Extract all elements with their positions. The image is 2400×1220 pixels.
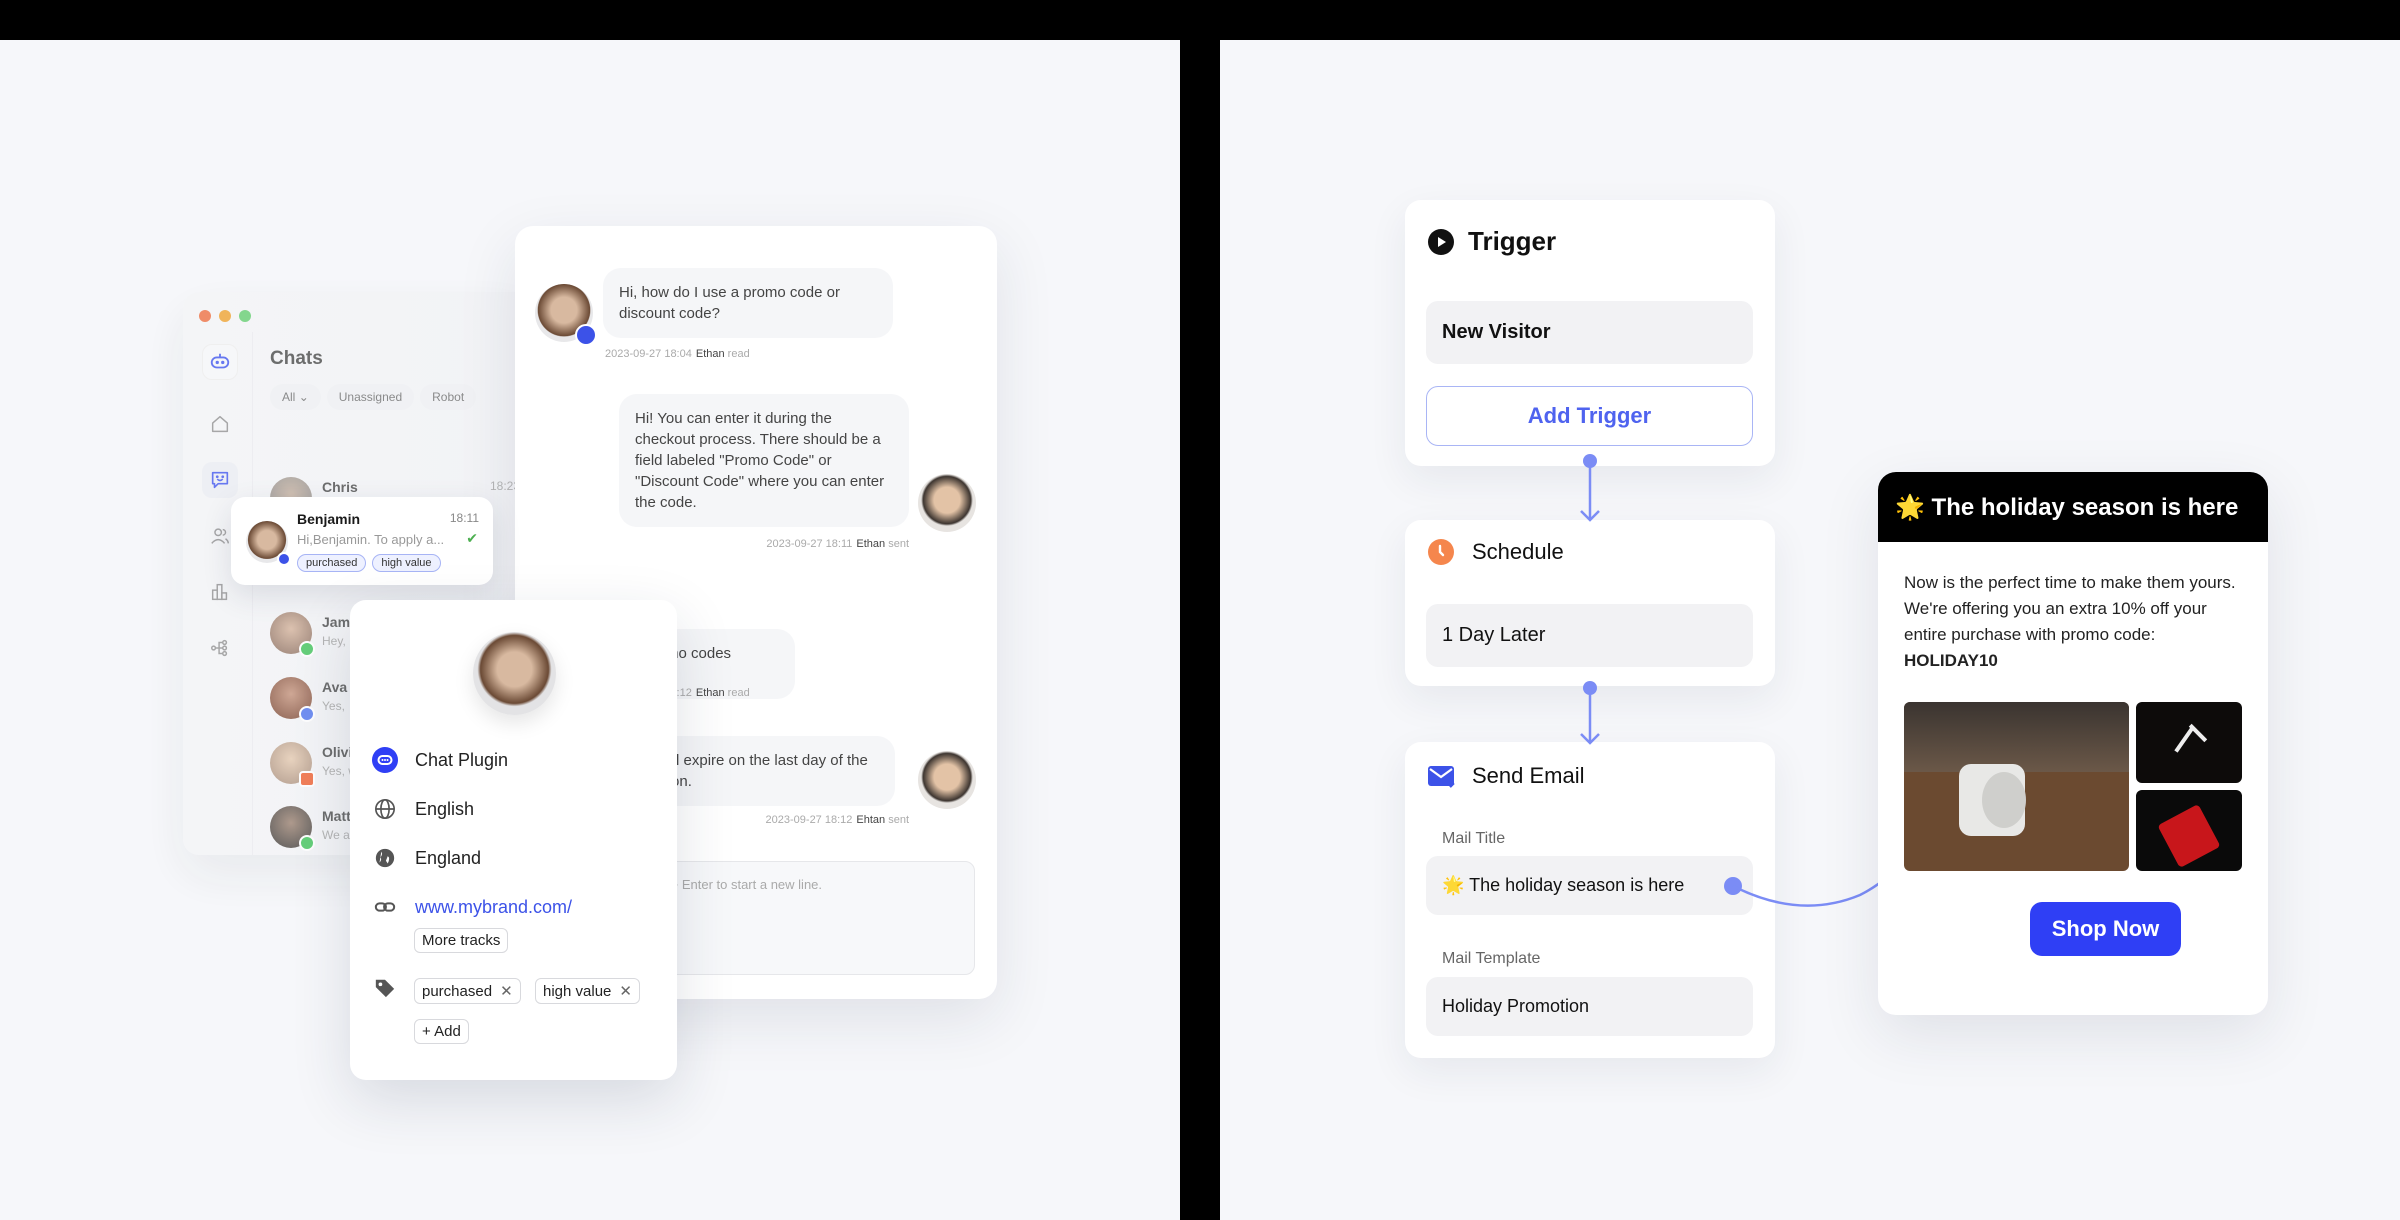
message-meta: 2023-09-27 18:04 Ethan read — [605, 348, 750, 360]
close-window-button[interactable] — [199, 310, 211, 322]
chat-plugin-icon — [372, 747, 398, 773]
avatar — [246, 521, 291, 566]
email-preview-card: 🌟 The holiday season is here Now is the … — [1878, 472, 2268, 1015]
profile-language: English — [372, 796, 474, 822]
message-bubble: Hi, how do I use a promo code or discoun… — [603, 268, 893, 338]
telegram-icon — [299, 706, 315, 722]
remove-tag-icon[interactable]: ✕ — [619, 983, 632, 1000]
chat-time: 18:11 — [449, 511, 479, 525]
maximize-window-button[interactable] — [239, 310, 251, 322]
avatar — [270, 677, 315, 722]
speaker-product-image[interactable] — [1904, 702, 2129, 871]
more-tracks-button[interactable]: More tracks — [414, 928, 509, 953]
mail-template-label: Mail Template — [1442, 950, 1541, 967]
trigger-node[interactable]: Trigger New Visitor Add Trigger — [1405, 200, 1775, 466]
chats-title: Chats — [270, 348, 323, 369]
schedule-header: Schedule — [1427, 538, 1564, 566]
contact-profile-card: Chat Plugin English England www.mybrand.… — [350, 600, 677, 1080]
filter-robot[interactable]: Robot — [420, 384, 477, 410]
chat-name: Benjamin — [297, 511, 361, 527]
connector-schedule-email — [1580, 681, 1600, 745]
promo-code: HOLIDAY10 — [1904, 651, 1998, 670]
filter-unassigned[interactable]: Unassigned — [326, 384, 415, 410]
profile-url: www.mybrand.com/ — [372, 894, 572, 920]
profile-country: England — [372, 845, 481, 871]
mail-title-field[interactable]: 🌟 The holiday season is here — [1426, 856, 1753, 915]
filter-all[interactable]: All ⌄ — [270, 384, 321, 410]
earbuds-product-image[interactable] — [2136, 702, 2242, 783]
agent-avatar — [918, 751, 976, 809]
selected-chat-card[interactable]: Benjamin 18:11 Hi,Benjamin. To apply a..… — [231, 497, 493, 585]
window-controls — [199, 310, 251, 322]
tag: high value — [372, 554, 441, 572]
analytics-icon[interactable] — [202, 574, 238, 610]
send-email-icon — [1428, 766, 1455, 788]
chevron-down-icon: ⌄ — [298, 390, 309, 404]
chat-name: Chris — [322, 479, 358, 495]
message-meta: 2023-09-27 18:12 Ehtan sent — [765, 814, 909, 826]
chat-showcase-panel: Chats All ⌄ Unassigned Robot Chris 18:23… — [0, 40, 1180, 1220]
link-icon — [372, 894, 398, 920]
avatar — [270, 742, 315, 787]
add-tag-button[interactable]: + Add — [414, 1019, 469, 1044]
check-icon: ✔ — [466, 530, 478, 546]
chat-preview: We a — [322, 828, 350, 842]
chat-plugin-icon — [575, 324, 597, 346]
message-bubble: Hi! You can enter it during the checkout… — [619, 394, 909, 527]
chat-filters: All ⌄ Unassigned Robot — [270, 384, 477, 410]
powerbank-product-image[interactable] — [2136, 790, 2242, 871]
globe-icon — [372, 796, 398, 822]
email-body: Now is the perfect time to make them you… — [1904, 573, 2236, 670]
chat-plugin-icon — [277, 552, 291, 566]
app-sidebar — [183, 332, 253, 855]
tag-chip: high value ✕ — [535, 978, 640, 1004]
message-meta: 2023-09-27 18:11 Ethan sent — [766, 538, 909, 550]
send-email-node[interactable]: Send Email Mail Title 🌟 The holiday seas… — [1405, 742, 1775, 1058]
tag-icon — [374, 977, 396, 1004]
send-email-header: Send Email — [1427, 762, 1585, 790]
profile-channel: Chat Plugin — [372, 747, 508, 773]
profile-url-link[interactable]: www.mybrand.com/ — [415, 897, 572, 918]
chats-icon[interactable] — [202, 462, 238, 498]
bot-icon[interactable] — [202, 344, 238, 380]
remove-tag-icon[interactable]: ✕ — [500, 983, 513, 1000]
avatar — [270, 612, 315, 657]
whatsapp-icon — [299, 641, 315, 657]
play-icon — [1428, 228, 1454, 255]
message-input[interactable]: Shift + Enter to start a new line. — [625, 861, 975, 975]
tag-chip: purchased ✕ — [414, 978, 521, 1004]
clock-icon — [1428, 539, 1454, 565]
schedule-node[interactable]: Schedule 1 Day Later — [1405, 520, 1775, 686]
add-trigger-button[interactable]: Add Trigger — [1426, 386, 1753, 446]
earth-icon — [372, 845, 398, 871]
shop-now-button[interactable]: Shop Now — [2030, 902, 2181, 956]
whatsapp-icon — [299, 835, 315, 851]
email-header: 🌟 The holiday season is here — [1878, 472, 2268, 542]
mail-title-label: Mail Title — [1442, 830, 1506, 847]
tag: purchased — [297, 554, 367, 572]
avatar — [270, 806, 315, 851]
customer-avatar — [535, 284, 597, 346]
trigger-value-field[interactable]: New Visitor — [1426, 301, 1753, 364]
chat-preview: Hi,Benjamin. To apply a... — [297, 532, 445, 547]
minimize-window-button[interactable] — [219, 310, 231, 322]
chat-tags: purchased high value — [297, 554, 441, 572]
workflow-icon[interactable] — [202, 630, 238, 666]
chat-name: Ava — [322, 679, 348, 695]
schedule-value-field[interactable]: 1 Day Later — [1426, 604, 1753, 667]
trigger-header: Trigger — [1427, 226, 1556, 257]
chat-preview: Yes, — [322, 699, 345, 713]
contact-avatar — [473, 632, 556, 715]
home-icon[interactable] — [202, 406, 238, 442]
agent-avatar — [918, 474, 976, 532]
instagram-icon — [299, 771, 315, 787]
chat-preview: Hey, — [322, 634, 346, 648]
mail-template-field[interactable]: Holiday Promotion — [1426, 977, 1753, 1036]
workflow-showcase-panel: Trigger New Visitor Add Trigger Schedule… — [1220, 40, 2400, 1220]
chat-name: Matt — [322, 808, 351, 824]
